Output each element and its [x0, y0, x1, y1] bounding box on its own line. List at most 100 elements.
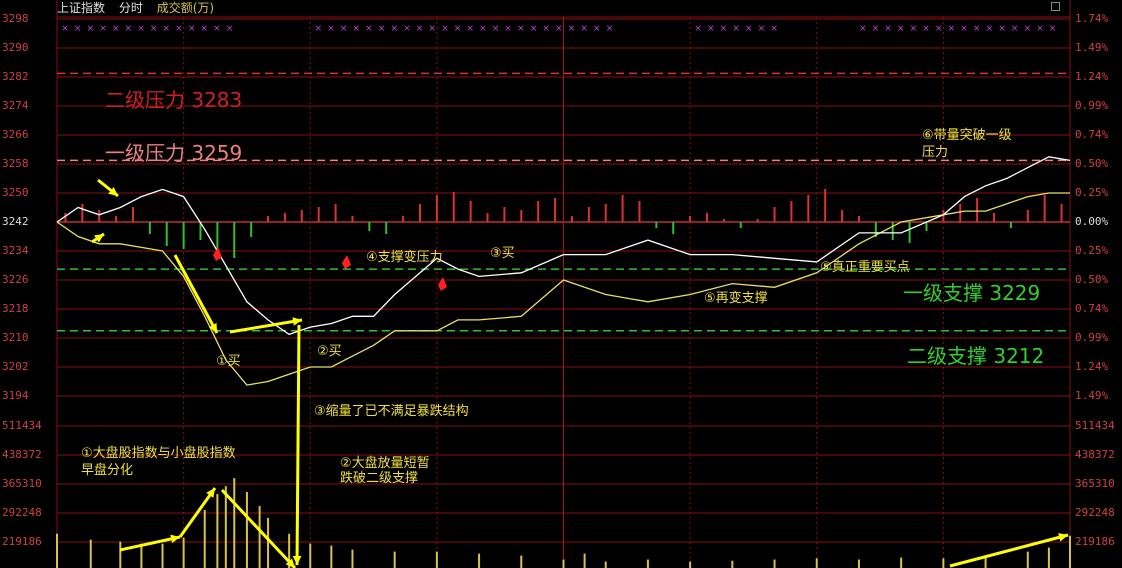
index-name: 上证指数	[57, 1, 106, 15]
trade-marker: ×	[593, 24, 601, 34]
trade-marker: ×	[720, 24, 728, 34]
trade-marker: ×	[327, 24, 335, 34]
volume-tick: 511434	[1075, 419, 1115, 432]
support2-label: 二级支撑 3212	[907, 344, 1045, 368]
trade-marker: ×	[1049, 24, 1057, 34]
trade-marker: ×	[732, 24, 740, 34]
trade-marker: ×	[694, 24, 702, 34]
trade-marker: ×	[986, 24, 994, 34]
trade-marker: ×	[365, 24, 373, 34]
trade-marker: ×	[504, 24, 512, 34]
drop-arrow	[173, 254, 219, 334]
red-marker-1	[213, 247, 222, 261]
price-tick-left: 3194	[2, 389, 29, 402]
volume-tick: 292248	[2, 506, 42, 519]
price-tick-left: 3266	[2, 128, 29, 141]
percent-tick-right: 0.99%	[1075, 331, 1109, 344]
trade-marker: ×	[542, 24, 550, 34]
trade-marker: ×	[112, 24, 120, 34]
chart-header: 上证指数 分时 成交额(万)	[57, 0, 224, 16]
trade-marker: ×	[150, 24, 158, 34]
trade-marker: ×	[606, 24, 614, 34]
trade-marker: ×	[340, 24, 348, 34]
buy1-label: ①买	[216, 354, 241, 369]
trade-marker: ×	[175, 24, 183, 34]
trade-marker: ×	[188, 24, 196, 34]
volume-down-arrow-head	[292, 555, 302, 565]
trade-marker: ×	[352, 24, 360, 34]
price-tick-left: 3210	[2, 331, 29, 344]
trade-marker: ×	[163, 24, 171, 34]
price-tick-left: 3290	[2, 41, 29, 54]
trade-marker: ×	[99, 24, 107, 34]
trade-marker: ×	[568, 24, 576, 34]
buy2-label: ②买	[317, 344, 342, 359]
real-buy-note: ⑤真正重要买点	[820, 260, 910, 275]
percent-tick-right: 1.49%	[1075, 389, 1109, 402]
breakdown-note-line2: 跌破二级支撑	[340, 471, 419, 486]
price-tick-left: 3242	[2, 215, 29, 228]
percent-tick-right: 0.99%	[1075, 99, 1109, 112]
volume-tick: 219186	[1075, 535, 1115, 548]
trade-marker: ×	[61, 24, 69, 34]
trade-marker: ×	[859, 24, 867, 34]
trade-marker: ×	[390, 24, 398, 34]
volume-up-arrow-1	[119, 535, 181, 552]
volume-tick: 511434	[2, 419, 42, 432]
volume-tick: 365310	[1075, 477, 1115, 490]
trade-marker: ×	[897, 24, 905, 34]
trade-marker: ×	[580, 24, 588, 34]
trade-marker: ×	[758, 24, 766, 34]
percent-tick-right: 0.74%	[1075, 302, 1109, 315]
support-to-pressure-note: ④支撑变压力	[366, 250, 443, 265]
trade-marker: ×	[960, 24, 968, 34]
trade-marker: ×	[226, 24, 234, 34]
trade-marker: ×	[378, 24, 386, 34]
trade-marker: ×	[213, 24, 221, 34]
trade-marker: ×	[1036, 24, 1044, 34]
percent-tick-right: 1.24%	[1075, 70, 1109, 83]
trade-marker: ×	[125, 24, 133, 34]
trade-marker: ×	[745, 24, 753, 34]
trade-marker: ×	[416, 24, 424, 34]
percent-tick-right: 0.50%	[1075, 273, 1109, 286]
percent-tick-right: 1.49%	[1075, 41, 1109, 54]
percent-tick-right: 0.50%	[1075, 157, 1109, 170]
volume-fall-arrow	[220, 488, 297, 568]
price-tick-left: 3282	[2, 70, 29, 83]
trade-marker: ×	[872, 24, 880, 34]
percent-tick-right: 0.74%	[1075, 128, 1109, 141]
volume-rise-arrow	[949, 533, 1069, 568]
red-marker-2	[342, 255, 351, 269]
price-tick-left: 3250	[2, 186, 29, 199]
trade-marker: ×	[466, 24, 474, 34]
price-tick-left: 3218	[2, 302, 29, 315]
volume-down-arrow	[295, 324, 301, 566]
trade-marker: ×	[137, 24, 145, 34]
price-tick-left: 3258	[2, 157, 29, 170]
window-box-icon[interactable]	[1051, 2, 1060, 11]
trade-marker: ×	[998, 24, 1006, 34]
price-tick-left: 3202	[2, 360, 29, 373]
trade-marker: ×	[530, 24, 538, 34]
resupport-note: ⑤再变支撑	[704, 291, 768, 306]
volume-tick: 438372	[2, 448, 42, 461]
trade-marker: ×	[707, 24, 715, 34]
trade-marker: ×	[479, 24, 487, 34]
trade-marker: ×	[441, 24, 449, 34]
divergence-note-line2: 早盘分化	[81, 463, 134, 478]
percent-tick-right: 1.24%	[1075, 360, 1109, 373]
trade-marker: ×	[884, 24, 892, 34]
trade-marker: ×	[314, 24, 322, 34]
breakout-note-line2: 压力	[922, 145, 949, 160]
price-tick-left: 3274	[2, 99, 29, 112]
price-tick-left: 3298	[2, 12, 29, 25]
percent-tick-right: 1.74%	[1075, 12, 1109, 25]
volume-tick: 365310	[2, 477, 42, 490]
trade-marker: ×	[492, 24, 500, 34]
volume-label: 成交额(万)	[156, 1, 215, 15]
pressure1-label: 一级压力 3259	[105, 141, 243, 165]
time-mode[interactable]: 分时	[119, 1, 143, 15]
price-tick-left: 3226	[2, 273, 29, 286]
trade-marker: ×	[555, 24, 563, 34]
